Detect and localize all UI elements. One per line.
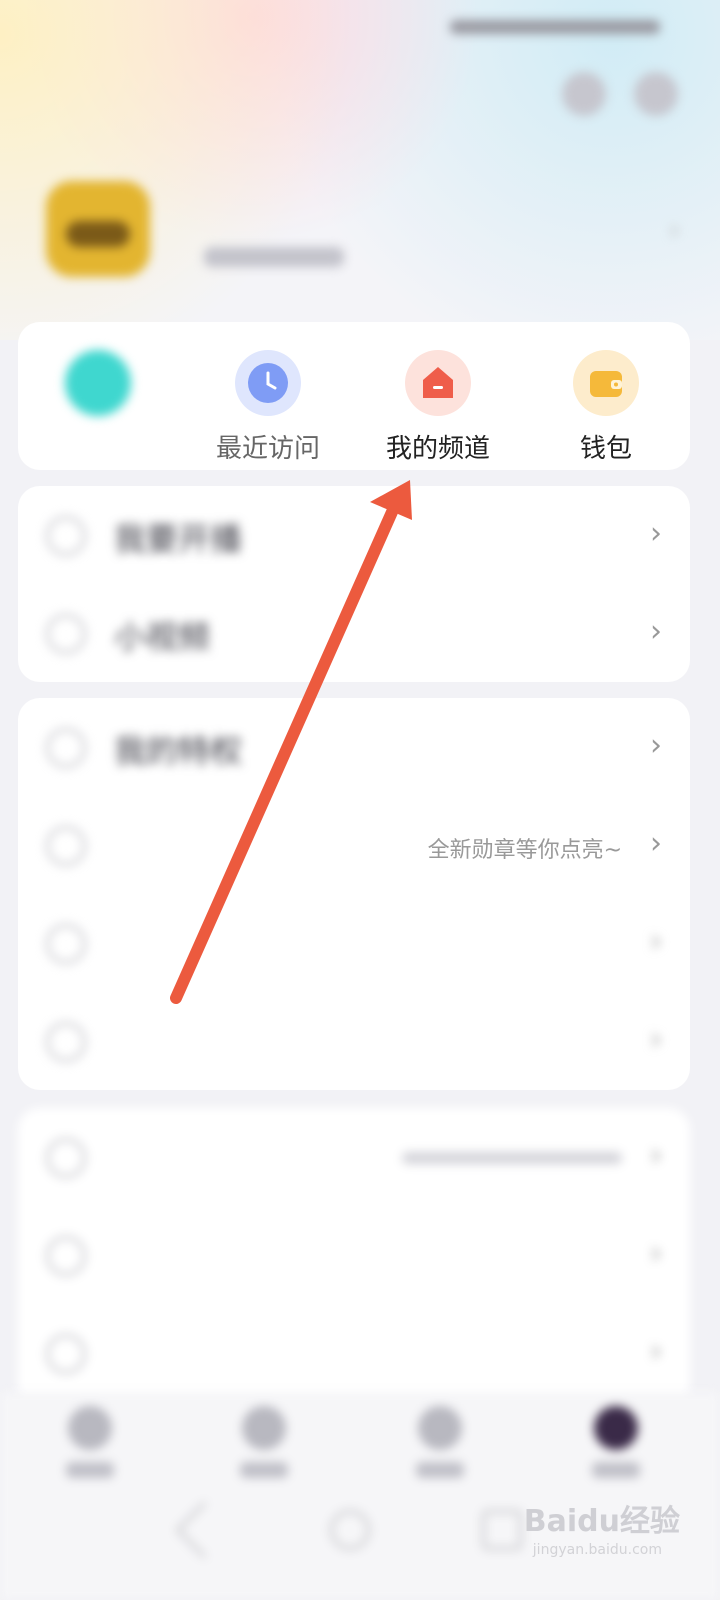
annotation-arrow-shaft <box>170 506 398 1004</box>
annotation-arrow <box>170 480 412 1004</box>
